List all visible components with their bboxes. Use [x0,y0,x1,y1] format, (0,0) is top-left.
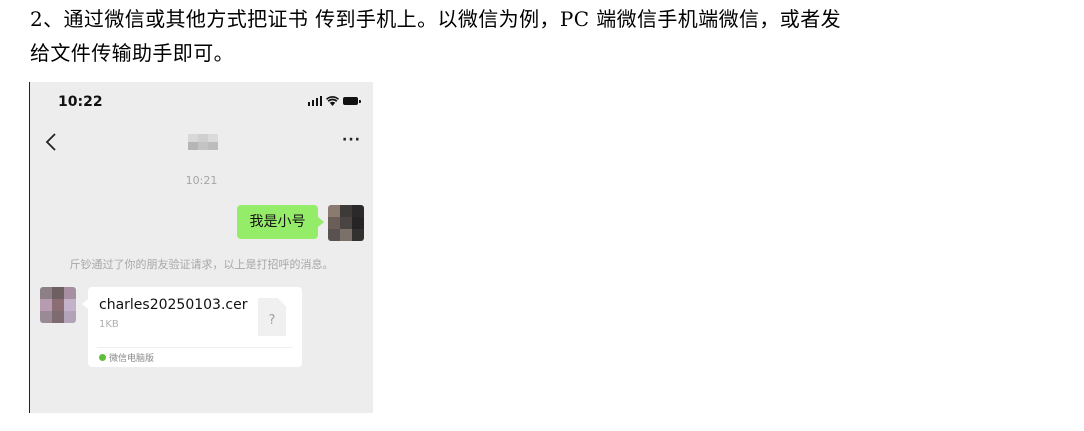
card-divider [97,347,293,348]
wechat-icon [99,354,106,361]
instruction-paragraph: 2、通过微信或其他方式把证书 传到手机上。以微信为例，PC 端微信手机端微信，或… [30,2,1070,70]
sent-message-bubble[interactable]: 我是小号 [237,205,324,239]
message-timestamp: 10:21 [185,174,218,187]
contact-name-blurred [188,134,218,150]
more-icon[interactable]: ··· [342,132,361,148]
back-arrow-icon[interactable] [42,130,62,154]
my-avatar[interactable] [328,205,364,241]
file-unknown-glyph: ? [268,313,276,328]
friend-avatar[interactable] [40,287,76,323]
status-time: 10:22 [58,94,103,110]
signal-icon [307,96,322,106]
system-message: 斤钞通过了你的朋友验证请求，以上是打招呼的消息。 [69,258,334,271]
file-message-card[interactable]: charles20250103.cer 1KB ? 微信电脑版 [82,287,302,367]
paragraph-line-2: 给文件传输助手即可。 [30,41,234,65]
file-icon: ? [258,298,286,336]
file-name: charles20250103.cer [99,297,248,313]
file-source-label: 微信电脑版 [109,354,155,364]
battery-icon [343,97,361,105]
phone-screenshot: 10:22 ··· 10:21 我是小号 斤钞通过了你的朋友验证请求，以上是打招… [30,82,373,413]
file-source: 微信电脑版 [99,351,154,364]
status-icons [307,96,361,106]
file-size: 1KB [99,319,119,330]
wifi-icon [326,96,339,106]
paragraph-line-1: 2、通过微信或其他方式把证书 传到手机上。以微信为例，PC 端微信手机端微信，或… [30,7,841,31]
